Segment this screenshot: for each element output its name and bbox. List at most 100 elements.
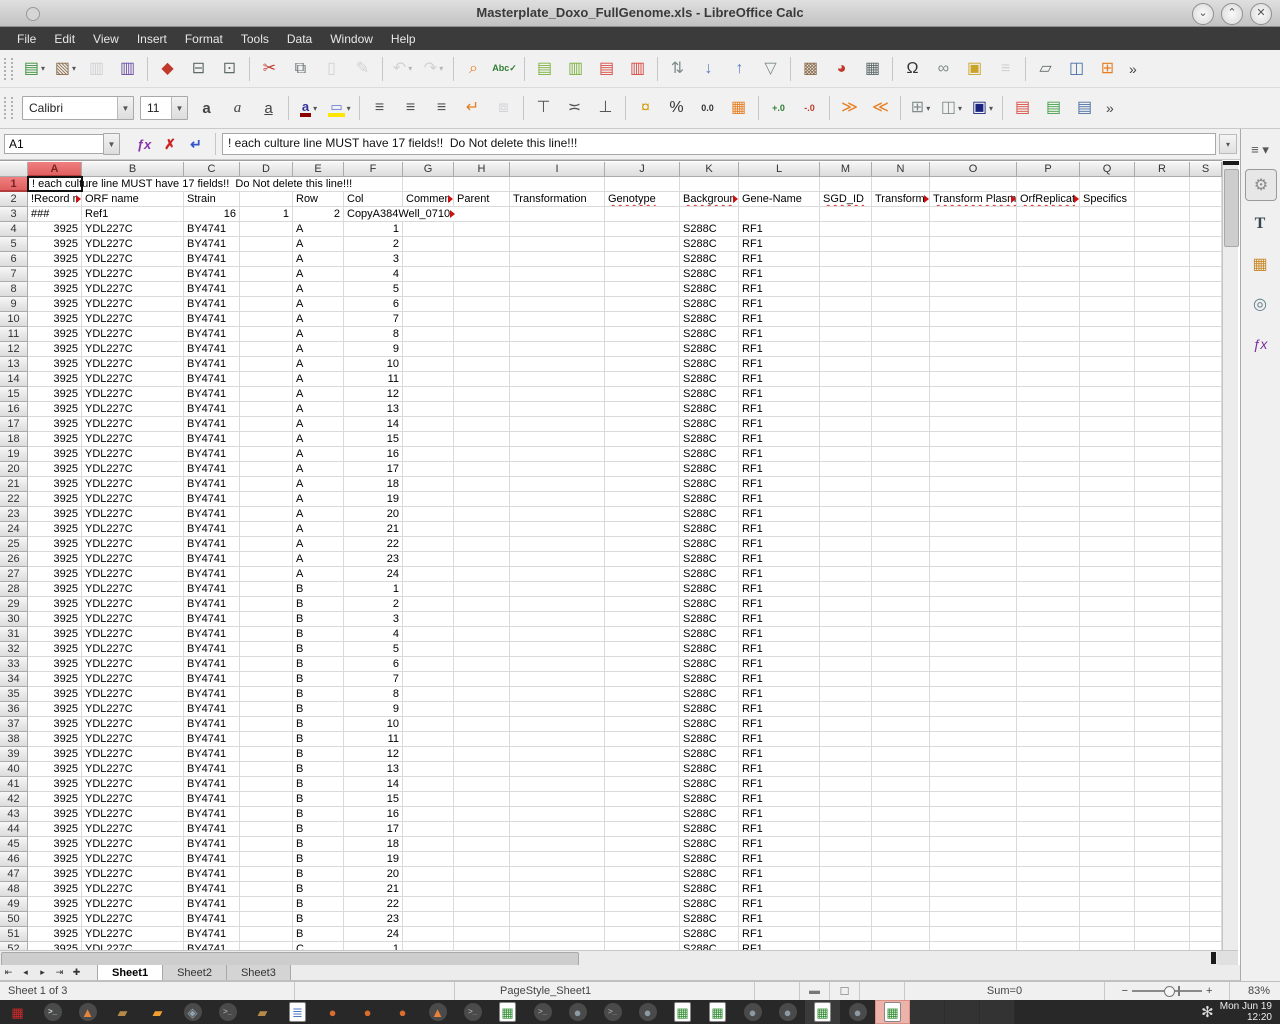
cell-H6[interactable] (454, 252, 510, 267)
toolbar-drag-handle[interactable] (4, 97, 13, 119)
cell-P9[interactable] (1017, 297, 1080, 312)
cell-G16[interactable] (403, 402, 454, 417)
cell-J10[interactable] (605, 312, 680, 327)
cell-J18[interactable] (605, 432, 680, 447)
select-all-corner[interactable] (0, 162, 28, 177)
cell-H41[interactable] (454, 777, 510, 792)
cell-J25[interactable] (605, 537, 680, 552)
cell-A7[interactable]: 3925 (28, 267, 82, 282)
border-color-button[interactable]: ▣▾ (968, 94, 997, 122)
cell-H47[interactable] (454, 867, 510, 882)
cell-P37[interactable] (1017, 717, 1080, 732)
cell-I30[interactable] (510, 612, 605, 627)
cell-R20[interactable] (1135, 462, 1190, 477)
cell-C40[interactable]: BY4741 (184, 762, 240, 777)
cell-E48[interactable]: B (293, 882, 344, 897)
cell-F17[interactable]: 14 (344, 417, 403, 432)
cell-O8[interactable] (930, 282, 1017, 297)
row-header-24[interactable]: 24 (0, 522, 28, 537)
cell-B36[interactable]: YDL227C (82, 702, 184, 717)
cell-L38[interactable]: RF1 (739, 732, 820, 747)
cell-D10[interactable] (240, 312, 293, 327)
cell-M25[interactable] (820, 537, 872, 552)
cell-F2[interactable]: Col (344, 192, 403, 207)
cancel-button[interactable]: ✗ (157, 132, 183, 156)
cell-S41[interactable] (1190, 777, 1222, 792)
cell-O33[interactable] (930, 657, 1017, 672)
cell-E11[interactable]: A (293, 327, 344, 342)
cell-P51[interactable] (1017, 927, 1080, 942)
cell-I1[interactable] (510, 177, 605, 192)
cell-E23[interactable]: A (293, 507, 344, 522)
cell-N48[interactable] (872, 882, 930, 897)
cell-M52[interactable] (820, 942, 872, 950)
cell-L19[interactable]: RF1 (739, 447, 820, 462)
cell-D12[interactable] (240, 342, 293, 357)
cell-K20[interactable]: S288C (680, 462, 739, 477)
cell-G15[interactable] (403, 387, 454, 402)
cell-N18[interactable] (872, 432, 930, 447)
cell-D8[interactable] (240, 282, 293, 297)
cell-K28[interactable]: S288C (680, 582, 739, 597)
cell-Q40[interactable] (1080, 762, 1135, 777)
cell-D36[interactable] (240, 702, 293, 717)
cell-J4[interactable] (605, 222, 680, 237)
cell-N35[interactable] (872, 687, 930, 702)
cell-O30[interactable] (930, 612, 1017, 627)
cell-R31[interactable] (1135, 627, 1190, 642)
cell-D39[interactable] (240, 747, 293, 762)
cell-K44[interactable]: S288C (680, 822, 739, 837)
cell-N22[interactable] (872, 492, 930, 507)
cell-J28[interactable] (605, 582, 680, 597)
taskbar-item[interactable]: >_ (35, 1000, 70, 1024)
cell-E4[interactable]: A (293, 222, 344, 237)
cell-D20[interactable] (240, 462, 293, 477)
cell-D4[interactable] (240, 222, 293, 237)
cell-A4[interactable]: 3925 (28, 222, 82, 237)
formula-input[interactable]: ! each culture line MUST have 17 fields!… (222, 133, 1216, 155)
cell-C11[interactable]: BY4741 (184, 327, 240, 342)
cell-M4[interactable] (820, 222, 872, 237)
align-right-button[interactable]: ≡ (427, 94, 456, 122)
cell-Q17[interactable] (1080, 417, 1135, 432)
cell-S47[interactable] (1190, 867, 1222, 882)
row-header-39[interactable]: 39 (0, 747, 28, 762)
cell-I28[interactable] (510, 582, 605, 597)
cell-K41[interactable]: S288C (680, 777, 739, 792)
align-top-button[interactable]: ⊤ (529, 94, 558, 122)
cell-B26[interactable]: YDL227C (82, 552, 184, 567)
cell-K11[interactable]: S288C (680, 327, 739, 342)
first-sheet-icon[interactable]: ⇤ (0, 965, 17, 980)
cell-S6[interactable] (1190, 252, 1222, 267)
cell-M23[interactable] (820, 507, 872, 522)
cell-P22[interactable] (1017, 492, 1080, 507)
cell-G7[interactable] (403, 267, 454, 282)
cell-P16[interactable] (1017, 402, 1080, 417)
cell-L8[interactable]: RF1 (739, 282, 820, 297)
add-decimal-button[interactable]: +.0 (764, 94, 793, 122)
cell-H20[interactable] (454, 462, 510, 477)
cell-D3[interactable]: 1 (240, 207, 293, 222)
cell-P42[interactable] (1017, 792, 1080, 807)
cell-B15[interactable]: YDL227C (82, 387, 184, 402)
cell-I22[interactable] (510, 492, 605, 507)
cell-N8[interactable] (872, 282, 930, 297)
cell-A28[interactable]: 3925 (28, 582, 82, 597)
special-character-button[interactable]: Ω (898, 55, 927, 83)
row-header-11[interactable]: 11 (0, 327, 28, 342)
row-header-13[interactable]: 13 (0, 357, 28, 372)
cell-F15[interactable]: 12 (344, 387, 403, 402)
cell-M16[interactable] (820, 402, 872, 417)
cell-N42[interactable] (872, 792, 930, 807)
cell-J20[interactable] (605, 462, 680, 477)
cell-J41[interactable] (605, 777, 680, 792)
cell-P47[interactable] (1017, 867, 1080, 882)
cell-J34[interactable] (605, 672, 680, 687)
name-box-dropdown[interactable]: ▼ (103, 133, 120, 155)
cell-G34[interactable] (403, 672, 454, 687)
horizontal-scrollbar[interactable] (0, 950, 1217, 965)
cell-Q35[interactable] (1080, 687, 1135, 702)
cell-P40[interactable] (1017, 762, 1080, 777)
cell-J43[interactable] (605, 807, 680, 822)
cell-F21[interactable]: 18 (344, 477, 403, 492)
